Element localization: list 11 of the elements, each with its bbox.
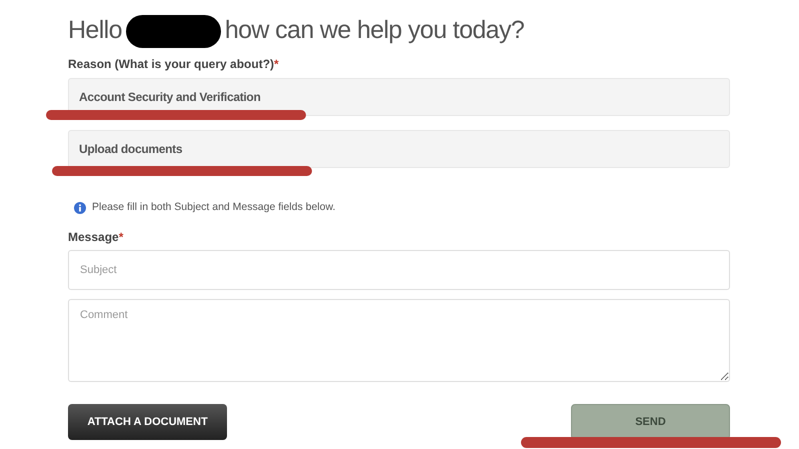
field-label: Reason (What is your query about?)* <box>68 56 279 73</box>
comment-field[interactable]: Comment <box>68 299 730 382</box>
subject-field[interactable]: Subject <box>68 250 730 290</box>
reason-select[interactable]: Account Security and Verification <box>68 78 730 116</box>
info-icon <box>74 202 86 214</box>
heading-text: Hello <box>68 15 122 46</box>
info-text: Please fill in both Subject and Message fields below. <box>92 200 336 216</box>
field-label: Message* <box>68 229 124 246</box>
attach-button[interactable]: ATTACH A DOCUMENT <box>68 404 227 440</box>
reason-select[interactable]: Upload documents <box>68 130 730 168</box>
heading-text: how can we help you today? <box>224 15 524 46</box>
